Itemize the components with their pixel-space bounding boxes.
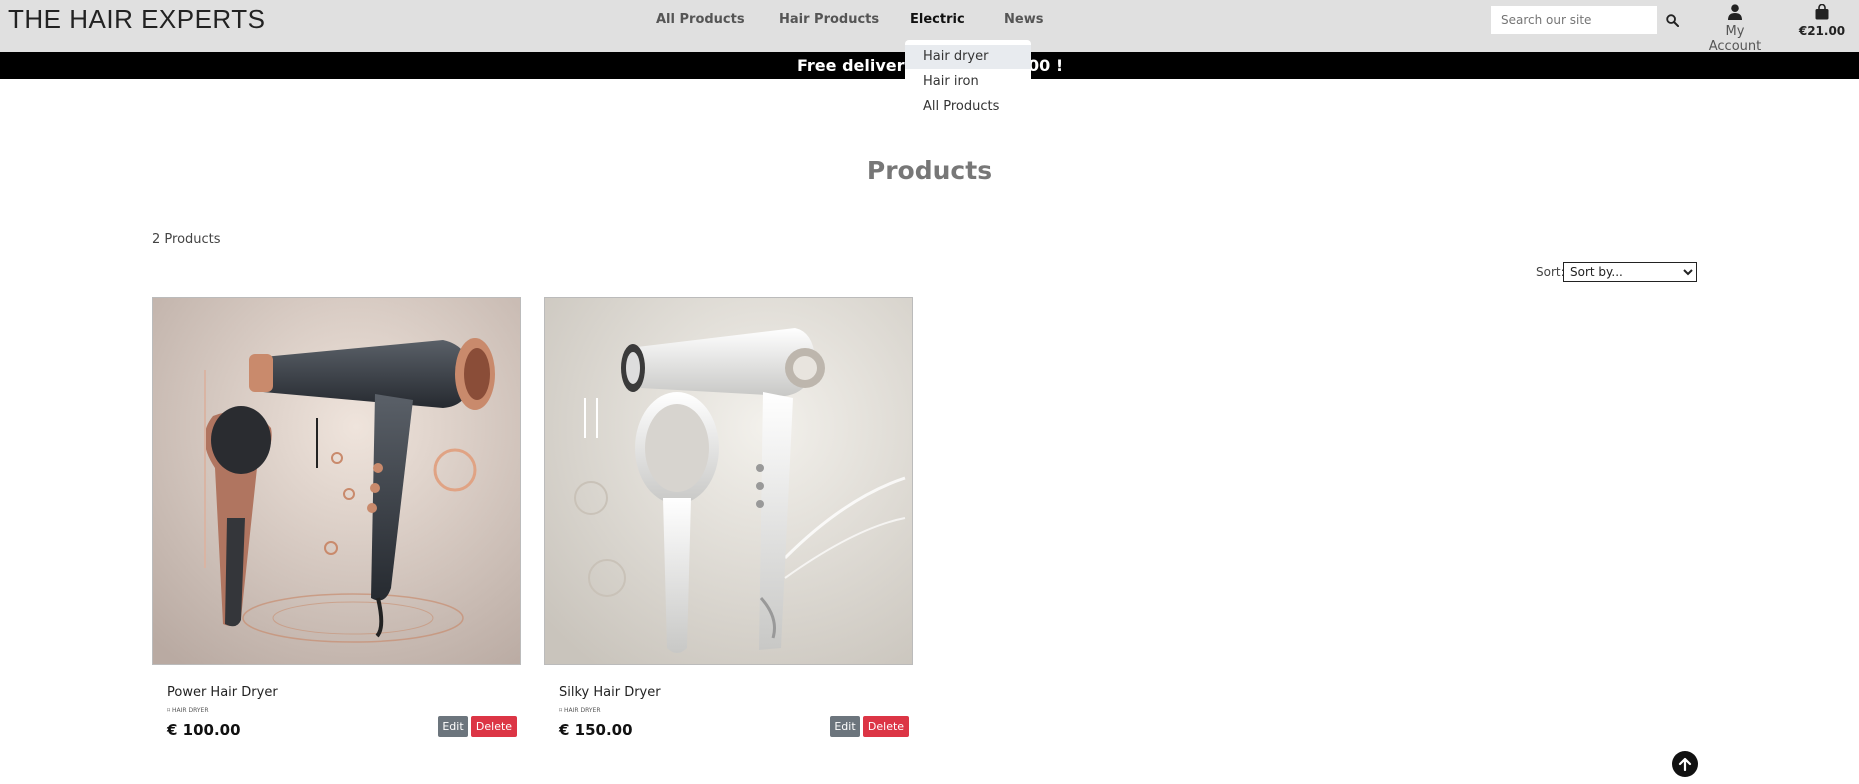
product-category-label: HAIR DRYER <box>172 707 209 714</box>
search-icon <box>1665 13 1679 27</box>
electric-dropdown-menu: Hair dryer Hair iron All Products <box>905 40 1031 120</box>
product-price: € 150.00 <box>559 721 633 739</box>
dropdown-item-all-products[interactable]: All Products <box>905 95 1031 119</box>
shopping-bag-link[interactable]: €21.00 <box>1790 2 1854 42</box>
tag-icon: ⌑ <box>559 707 563 714</box>
dropdown-item-hair-dryer[interactable]: Hair dryer <box>905 45 1031 69</box>
arrow-up-icon <box>1678 757 1692 771</box>
delete-button[interactable]: Delete <box>471 716 517 737</box>
search-button[interactable] <box>1660 6 1684 34</box>
edit-button[interactable]: Edit <box>830 716 860 737</box>
edit-button[interactable]: Edit <box>438 716 468 737</box>
product-category-label: HAIR DRYER <box>564 707 601 714</box>
dropdown-item-hair-iron[interactable]: Hair iron <box>905 70 1031 94</box>
back-to-top-button[interactable] <box>1672 751 1698 777</box>
product-image[interactable] <box>544 297 913 665</box>
product-category[interactable]: ⌑ HAIR DRYER <box>559 707 601 714</box>
nav-all-products[interactable]: All Products <box>656 12 745 27</box>
product-name[interactable]: Power Hair Dryer <box>167 685 278 700</box>
nav-hair-products[interactable]: Hair Products <box>779 12 879 27</box>
delete-button[interactable]: Delete <box>863 716 909 737</box>
nav-news[interactable]: News <box>1004 12 1043 27</box>
tag-icon: ⌑ <box>167 707 171 714</box>
cart-total: €21.00 <box>1798 24 1846 38</box>
my-account-link[interactable]: My Account <box>1698 2 1772 54</box>
my-account-label: My Account <box>1708 24 1762 54</box>
sort-label: Sort: <box>1536 265 1565 279</box>
banner-text-end: 00 ! <box>1028 56 1064 75</box>
product-name[interactable]: Silky Hair Dryer <box>559 685 661 700</box>
product-image[interactable] <box>152 297 521 665</box>
site-logo[interactable]: THE HAIR EXPERTS <box>8 4 265 35</box>
nav-electric[interactable]: Electric <box>910 12 965 27</box>
product-price: € 100.00 <box>167 721 241 739</box>
shopping-bag-icon <box>1815 4 1829 20</box>
product-count: 2 Products <box>152 232 221 247</box>
sort-select[interactable]: Sort by... <box>1563 262 1697 282</box>
user-icon <box>1728 4 1742 20</box>
product-category[interactable]: ⌑ HAIR DRYER <box>167 707 209 714</box>
page-title: Products <box>866 156 993 185</box>
search-input[interactable] <box>1491 6 1657 34</box>
